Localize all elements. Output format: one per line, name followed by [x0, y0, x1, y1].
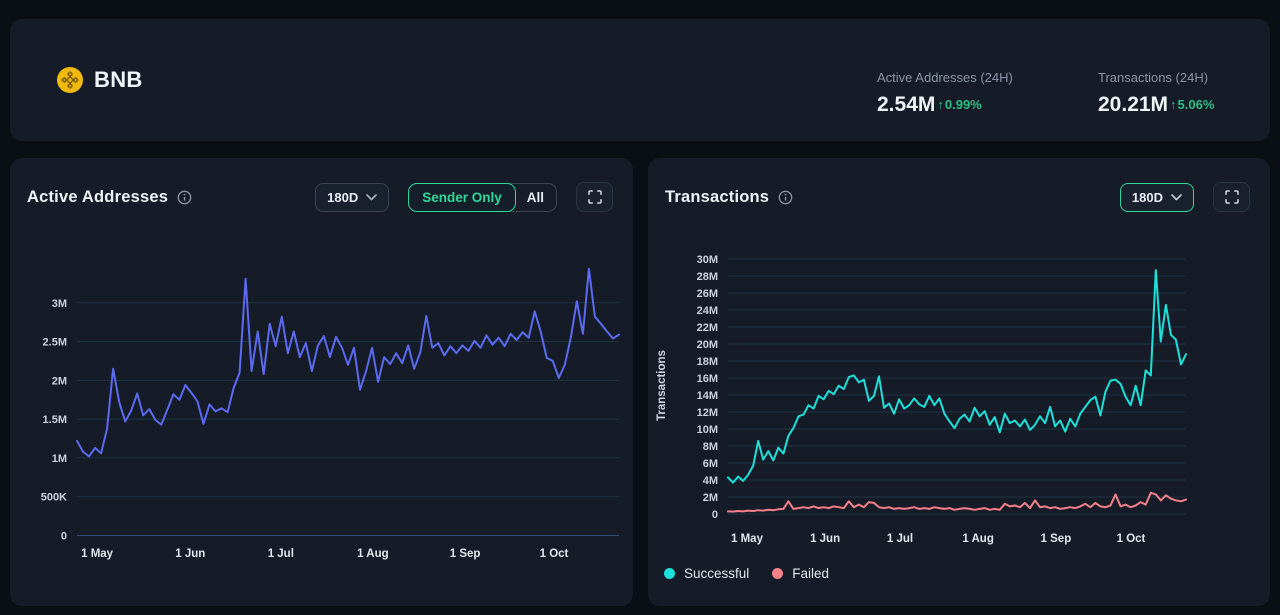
- svg-text:1 Aug: 1 Aug: [962, 533, 994, 545]
- svg-text:12M: 12M: [697, 407, 718, 419]
- legend-item-failed[interactable]: Failed: [772, 566, 829, 581]
- svg-text:1 Oct: 1 Oct: [540, 548, 569, 560]
- sender-filter-toggle: Sender Only All: [408, 183, 557, 212]
- panel-controls: 180D Sender Only All: [315, 182, 613, 212]
- svg-text:1 Jul: 1 Jul: [268, 548, 294, 560]
- svg-text:22M: 22M: [697, 322, 718, 334]
- fullscreen-icon: [588, 190, 602, 204]
- panel-header: Active Addresses 180D Sender Only All: [27, 182, 613, 212]
- svg-text:500K: 500K: [41, 492, 67, 504]
- legend-label: Failed: [792, 566, 829, 581]
- stat-value: 2.54M: [877, 94, 935, 115]
- svg-text:1 Oct: 1 Oct: [1117, 533, 1146, 545]
- svg-text:1 May: 1 May: [81, 548, 114, 560]
- legend-label: Successful: [684, 566, 749, 581]
- token-header-card: BNB Active Addresses (24H) 2.54M ↑0.99% …: [10, 19, 1270, 141]
- fullscreen-button[interactable]: [1213, 182, 1250, 212]
- svg-text:1 Jun: 1 Jun: [810, 533, 840, 545]
- svg-text:20M: 20M: [697, 339, 718, 351]
- range-dropdown-label: 180D: [327, 190, 358, 205]
- legend-dot-successful: [664, 568, 675, 579]
- chevron-down-icon: [1171, 194, 1182, 201]
- stat-transactions-24h: Transactions (24H) 20.21M ↑5.06%: [1098, 70, 1214, 115]
- transactions-chart[interactable]: 0 2M 4M 6M 8M 10M 12M 14M 16M 18M 20M 22M 24M 26M 28M 3…: [648, 158, 1270, 606]
- svg-text:1 Sep: 1 Sep: [450, 548, 481, 560]
- stat-value-row: 20.21M ↑5.06%: [1098, 94, 1214, 115]
- y-axis-title: Transactions: [656, 338, 668, 434]
- dashboard-page: { "header": { "token_name": "BNB", "stat…: [0, 0, 1280, 615]
- transactions-panel: 0 2M 4M 6M 8M 10M 12M 14M 16M 18M 20M 22M 24M 26M 28M 3…: [648, 158, 1270, 606]
- svg-text:8M: 8M: [703, 441, 718, 453]
- stat-value: 20.21M: [1098, 94, 1168, 115]
- panel-title: Active Addresses: [27, 188, 168, 207]
- token-identity: BNB: [57, 19, 143, 141]
- chart-legend: Successful Failed: [664, 566, 829, 581]
- svg-text:10M: 10M: [697, 424, 718, 436]
- svg-text:0: 0: [61, 531, 67, 543]
- stat-change: ↑0.99%: [935, 97, 981, 112]
- stat-change-pct: 5.06%: [1178, 97, 1215, 112]
- info-icon[interactable]: [778, 190, 793, 205]
- svg-text:24M: 24M: [697, 305, 718, 317]
- fullscreen-icon: [1225, 190, 1239, 204]
- svg-text:3M: 3M: [52, 298, 67, 310]
- svg-text:1 May: 1 May: [731, 533, 764, 545]
- stat-change-pct: 0.99%: [945, 97, 982, 112]
- token-name: BNB: [94, 67, 143, 93]
- bnb-coin-icon: [57, 67, 83, 93]
- range-dropdown[interactable]: 180D: [315, 183, 389, 212]
- svg-text:26M: 26M: [697, 288, 718, 300]
- svg-text:2M: 2M: [703, 492, 718, 504]
- svg-text:16M: 16M: [697, 373, 718, 385]
- panel-header: Transactions 180D: [665, 182, 1250, 212]
- svg-text:2.5M: 2.5M: [43, 337, 67, 349]
- panel-title: Transactions: [665, 188, 769, 207]
- arrow-up-icon: ↑: [1170, 97, 1177, 112]
- stat-label: Transactions (24H): [1098, 70, 1214, 85]
- stat-active-addresses-24h: Active Addresses (24H) 2.54M ↑0.99%: [877, 70, 1013, 115]
- svg-text:1 Sep: 1 Sep: [1041, 533, 1072, 545]
- range-dropdown[interactable]: 180D: [1120, 183, 1194, 212]
- chevron-down-icon: [366, 194, 377, 201]
- svg-text:30M: 30M: [697, 254, 718, 266]
- svg-text:2M: 2M: [52, 375, 67, 387]
- stat-label: Active Addresses (24H): [877, 70, 1013, 85]
- svg-text:1.5M: 1.5M: [43, 414, 67, 426]
- toggle-all[interactable]: All: [515, 184, 556, 211]
- panel-controls: 180D: [1120, 182, 1250, 212]
- svg-text:6M: 6M: [703, 458, 718, 470]
- fullscreen-button[interactable]: [576, 182, 613, 212]
- svg-text:1 Jul: 1 Jul: [887, 533, 913, 545]
- stat-change: ↑5.06%: [1168, 97, 1214, 112]
- info-icon[interactable]: [177, 190, 192, 205]
- range-dropdown-label: 180D: [1132, 190, 1163, 205]
- svg-text:4M: 4M: [703, 475, 718, 487]
- svg-text:0: 0: [712, 509, 718, 521]
- svg-text:14M: 14M: [697, 390, 718, 402]
- toggle-sender-only[interactable]: Sender Only: [408, 183, 516, 212]
- svg-text:28M: 28M: [697, 271, 718, 283]
- arrow-up-icon: ↑: [937, 97, 944, 112]
- legend-item-successful[interactable]: Successful: [664, 566, 749, 581]
- legend-dot-failed: [772, 568, 783, 579]
- svg-text:18M: 18M: [697, 356, 718, 368]
- active-addresses-chart[interactable]: 0 500K 1M 1.5M 2M 2.5M 3M 1 May 1 Jun 1 Jul 1 Aug 1…: [10, 158, 633, 606]
- active-addresses-panel: 0 500K 1M 1.5M 2M 2.5M 3M 1 May 1 Jun 1 Jul 1 Aug 1…: [10, 158, 633, 606]
- svg-text:1 Jun: 1 Jun: [175, 548, 205, 560]
- svg-text:1M: 1M: [52, 453, 67, 465]
- svg-text:1 Aug: 1 Aug: [357, 548, 389, 560]
- stat-value-row: 2.54M ↑0.99%: [877, 94, 1013, 115]
